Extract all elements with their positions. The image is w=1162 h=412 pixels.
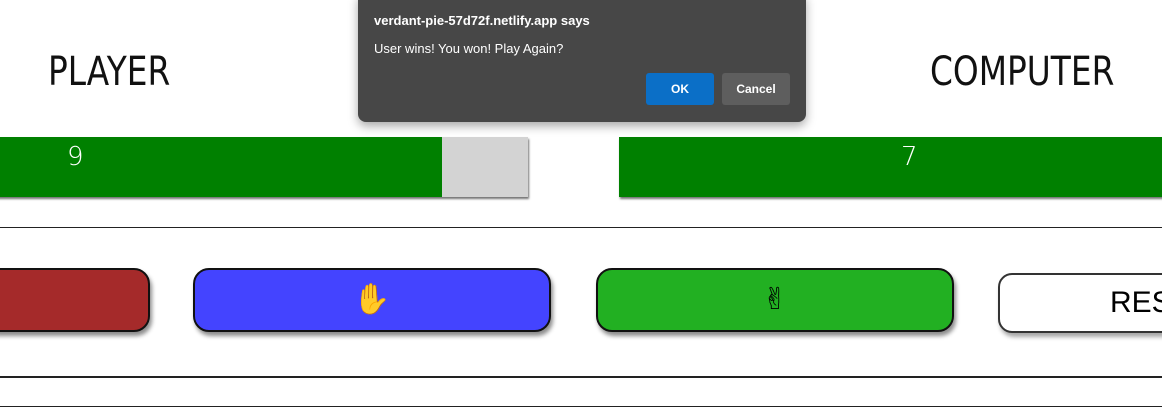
computer-score-bar: 7 [619, 137, 1162, 197]
divider-top [0, 227, 1162, 228]
rock-button[interactable] [0, 268, 150, 332]
reset-button-label: RES [1110, 286, 1162, 319]
game-page: PLAYER COMPUTER 9 7 ✋ ✌ RES verdant-pie-… [0, 0, 1162, 412]
alert-dialog: verdant-pie-57d72f.netlify.app says User… [358, 0, 806, 122]
player-score-value: 9 [67, 142, 84, 172]
reset-button[interactable]: RES [998, 273, 1162, 333]
computer-score-value: 7 [901, 142, 918, 172]
scissors-button[interactable]: ✌ [596, 268, 954, 332]
raised-hand-icon: ✋ [353, 282, 391, 317]
dialog-title: verdant-pie-57d72f.netlify.app says [374, 13, 590, 28]
player-score-bar: 9 [0, 137, 528, 197]
cancel-button[interactable]: Cancel [722, 73, 790, 105]
divider-middle [0, 376, 1162, 378]
player-heading: PLAYER [48, 49, 171, 95]
dialog-message: User wins! You won! Play Again? [374, 41, 564, 56]
computer-score-fill [619, 137, 1162, 197]
ok-button[interactable]: OK [646, 73, 714, 105]
computer-heading: COMPUTER [930, 49, 1115, 95]
victory-hand-icon: ✌ [762, 282, 788, 317]
divider-bottom [0, 406, 1162, 407]
paper-button[interactable]: ✋ [193, 268, 551, 332]
